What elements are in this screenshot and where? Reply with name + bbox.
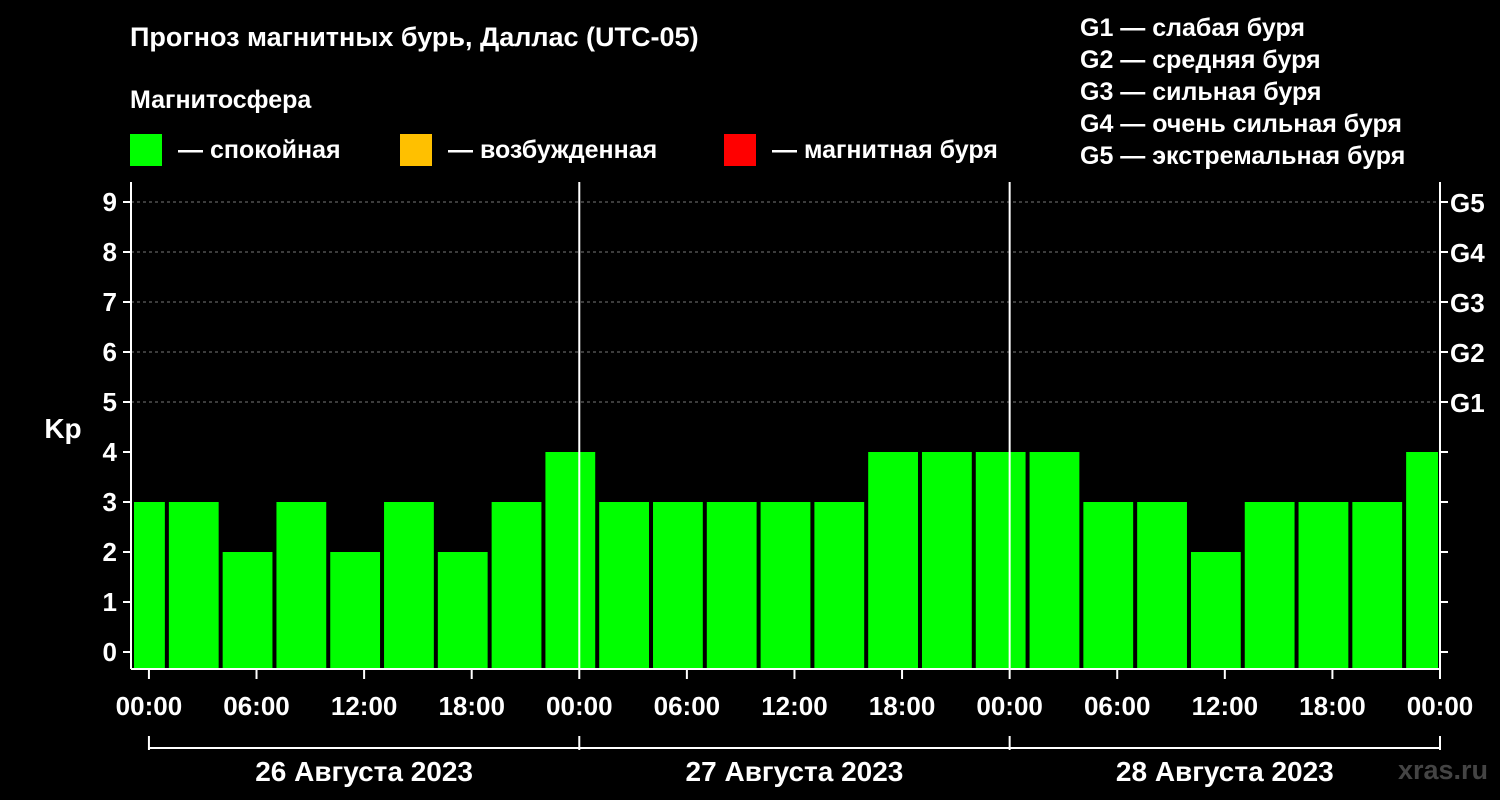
y-tick-label: 5: [103, 387, 117, 417]
x-tick-label: 06:00: [654, 691, 721, 721]
g-level-label: G4: [1450, 238, 1485, 268]
y-tick-label: 0: [103, 637, 117, 667]
x-tick-label: 18:00: [1299, 691, 1366, 721]
kp-bar-chart: 0 1 2 3 4 5 6 7 8 9 G1 G2 G3 G4 G5 Kp 00:00 06:00 12:00 18:…: [44, 182, 1485, 787]
day-label: 26 Августа 2023: [255, 756, 473, 787]
kp-bar: [653, 502, 703, 669]
x-tick-label: 12:00: [331, 691, 398, 721]
kp-bar: [706, 502, 757, 669]
y-tick-label: 2: [103, 537, 117, 567]
kp-bar: [1137, 502, 1187, 669]
kp-bar: [330, 552, 381, 669]
kp-bar: [1029, 452, 1080, 669]
x-tick-label: 18:00: [869, 691, 936, 721]
kp-bar: [276, 502, 327, 669]
y-axis-label: Kp: [44, 413, 81, 444]
kp-bar: [975, 452, 1026, 669]
kp-bar: [134, 502, 165, 669]
x-tick-label: 18:00: [438, 691, 505, 721]
kp-bar: [814, 502, 865, 669]
kp-bar: [437, 552, 488, 669]
kp-bar: [599, 502, 650, 669]
x-tick-label: 06:00: [1084, 691, 1151, 721]
y-tick-label: 4: [103, 437, 118, 467]
y-tick-label: 1: [103, 587, 117, 617]
kp-bar: [222, 552, 273, 669]
x-tick-label: 12:00: [1192, 691, 1259, 721]
x-tick-label: 00:00: [976, 691, 1043, 721]
kp-bar: [168, 502, 219, 669]
y-tick-label: 9: [103, 187, 117, 217]
y-tick-label: 7: [103, 287, 117, 317]
y-tick-label: 3: [103, 487, 117, 517]
kp-bar: [1244, 502, 1295, 669]
kp-bar: [545, 452, 596, 669]
kp-bar: [921, 452, 972, 669]
y-tick-label: 8: [103, 237, 117, 267]
kp-bar: [1352, 502, 1403, 669]
kp-bar: [491, 502, 542, 669]
day-label: 27 Августа 2023: [686, 756, 904, 787]
kp-bar: [1083, 502, 1134, 669]
g-level-label: G2: [1450, 338, 1485, 368]
g-level-label: G1: [1450, 388, 1485, 418]
kp-bar: [384, 502, 434, 669]
kp-bar: [868, 452, 918, 669]
kp-bar: [760, 502, 811, 669]
y-tick-label: 6: [103, 337, 117, 367]
g-level-label: G5: [1450, 188, 1485, 218]
x-tick-label: 00:00: [116, 691, 183, 721]
kp-bar: [1190, 552, 1241, 669]
g-level-label: G3: [1450, 288, 1485, 318]
kp-bar: [1298, 502, 1349, 669]
x-tick-label: 00:00: [546, 691, 613, 721]
kp-bar: [1406, 452, 1438, 669]
x-tick-label: 06:00: [223, 691, 290, 721]
x-tick-label: 12:00: [761, 691, 828, 721]
day-label: 28 Августа 2023: [1116, 756, 1334, 787]
x-tick-label: 00:00: [1407, 691, 1474, 721]
watermark: xras.ru: [1397, 755, 1488, 785]
